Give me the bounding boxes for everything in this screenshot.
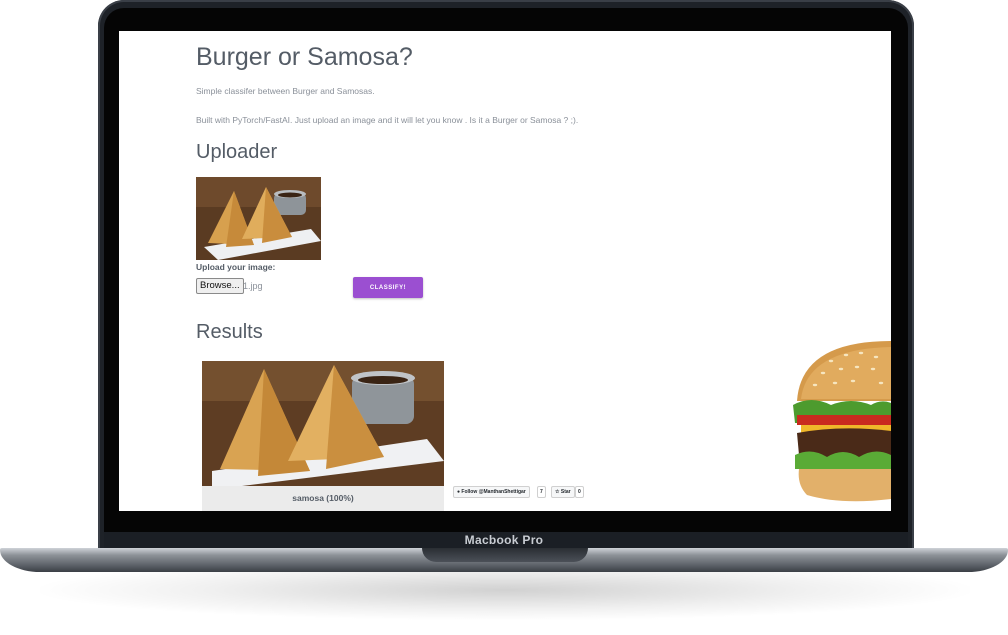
classify-button[interactable]: CLASSIFY! xyxy=(353,277,423,298)
result-image xyxy=(202,361,444,486)
results-heading: Results xyxy=(196,321,263,343)
github-star-count: 0 xyxy=(575,486,584,498)
browse-button[interactable]: Browse... xyxy=(196,278,244,294)
github-follow-label: Follow @ManthanShettigar xyxy=(461,489,526,495)
page-title: Burger or Samosa? xyxy=(196,43,413,71)
browser-viewport: Burger or Samosa? Simple classifer betwe… xyxy=(119,31,891,511)
device-label: Macbook Pro xyxy=(464,533,544,547)
prediction-result: samosa (100%) xyxy=(202,486,444,511)
star-icon: ☆ xyxy=(555,489,560,495)
page-description: Simple classifer between Burger and Samo… xyxy=(196,86,375,96)
samosa-result-image xyxy=(202,361,444,486)
selected-file-name: 1.jpg xyxy=(243,281,263,291)
github-star-button[interactable]: ☆ Star xyxy=(551,486,575,498)
github-follow-button[interactable]: ● Follow @ManthanShettigar xyxy=(453,486,530,498)
github-star-label: Star xyxy=(560,489,571,495)
burger-illustration xyxy=(791,339,891,511)
github-icon: ● xyxy=(457,489,461,495)
upload-label: Upload your image: xyxy=(196,262,276,272)
built-with-text: Built with PyTorch/FastAI. Just upload a… xyxy=(196,115,579,125)
samosa-image xyxy=(196,177,321,260)
uploader-heading: Uploader xyxy=(196,141,278,163)
uploaded-image-thumbnail xyxy=(196,177,321,260)
burger-image xyxy=(793,341,891,502)
github-follow-count: 7 xyxy=(537,486,546,498)
laptop-base-notch xyxy=(422,548,588,562)
